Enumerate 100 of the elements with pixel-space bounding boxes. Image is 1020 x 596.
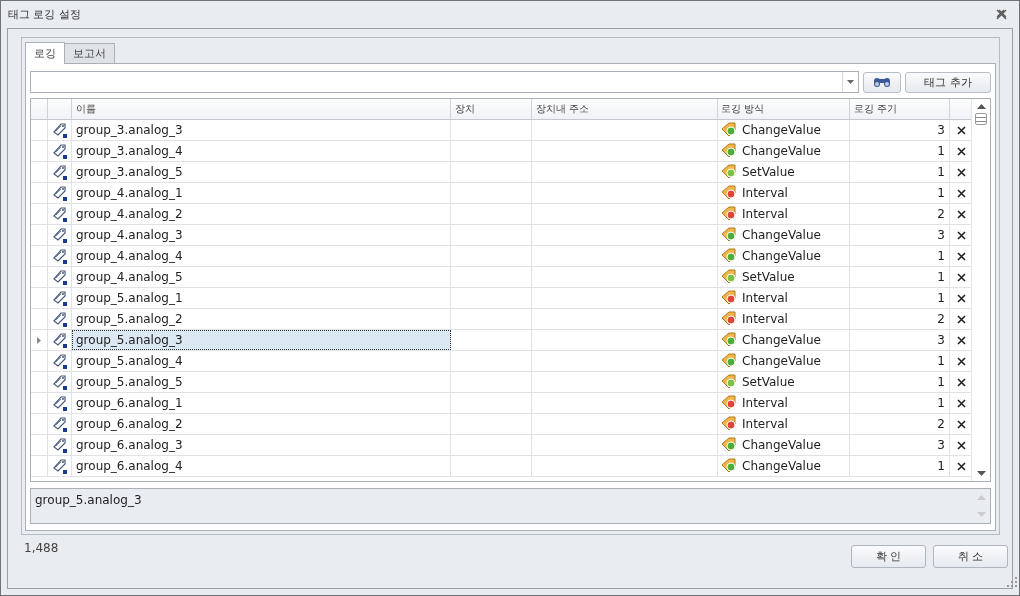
description-text: group_5.analog_3	[35, 493, 142, 507]
column-header[interactable]: 로깅 주기	[854, 102, 898, 116]
close-icon[interactable]	[996, 9, 1007, 20]
tag-status-icon	[721, 143, 738, 159]
tag-status-icon	[721, 353, 738, 369]
table-cell: group_3.analog_3	[76, 123, 183, 137]
table-cell: Interval	[742, 417, 788, 431]
table-cell: group_6.analog_4	[76, 459, 183, 473]
table-cell: SetValue	[742, 375, 795, 389]
table-cell: group_5.analog_1	[76, 291, 183, 305]
delete-icon[interactable]	[957, 440, 966, 450]
table-cell: 1	[937, 165, 945, 179]
table-cell: group_4.analog_5	[76, 270, 183, 284]
table-cell: SetValue	[742, 270, 795, 284]
dialog-button[interactable]: 확 인	[851, 545, 926, 568]
table-cell: group_6.analog_3	[76, 438, 183, 452]
delete-icon[interactable]	[957, 461, 966, 471]
table-cell: ChangeValue	[742, 459, 821, 473]
delete-icon[interactable]	[957, 419, 966, 429]
tag-status-icon	[721, 122, 738, 138]
tag-status-icon	[721, 416, 738, 432]
table-cell: group_5.analog_4	[76, 354, 183, 368]
table-cell: ChangeValue	[742, 228, 821, 242]
delete-icon[interactable]	[957, 293, 966, 303]
tab[interactable]: 로깅	[25, 42, 65, 64]
binoculars-icon	[873, 76, 891, 88]
delete-icon[interactable]	[957, 188, 966, 198]
tag-count: 1,488	[24, 541, 59, 557]
tag-status-icon	[721, 374, 738, 390]
delete-icon[interactable]	[957, 251, 966, 261]
table-cell: 1	[937, 396, 945, 410]
column-header[interactable]: 장치	[455, 102, 475, 116]
table-cell: group_5.analog_3	[76, 333, 183, 347]
delete-icon[interactable]	[957, 272, 966, 282]
delete-icon[interactable]	[957, 314, 966, 324]
table-cell: 1	[937, 459, 945, 473]
table-cell: group_4.analog_1	[76, 186, 183, 200]
tag-status-icon	[721, 332, 738, 348]
delete-icon[interactable]	[957, 146, 966, 156]
table-cell: ChangeValue	[742, 438, 821, 452]
column-header[interactable]: 이름	[76, 102, 96, 116]
delete-icon[interactable]	[957, 167, 966, 177]
table-cell: group_4.analog_3	[76, 228, 183, 242]
table-cell: group_3.analog_4	[76, 144, 183, 158]
delete-icon[interactable]	[957, 230, 966, 240]
table-cell: Interval	[742, 291, 788, 305]
table-cell: group_6.analog_1	[76, 396, 183, 410]
column-header[interactable]: 장치내 주소	[536, 102, 590, 116]
tab[interactable]: 보고서	[64, 43, 115, 63]
table-cell: 1	[937, 291, 945, 305]
table-cell: 1	[937, 249, 945, 263]
table-cell: group_5.analog_2	[76, 312, 183, 326]
tag-status-icon	[721, 311, 738, 327]
delete-icon[interactable]	[957, 209, 966, 219]
table-cell: Interval	[742, 186, 788, 200]
table-cell: group_3.analog_5	[76, 165, 183, 179]
tag-status-icon	[721, 206, 738, 222]
table-cell: 3	[937, 333, 945, 347]
delete-icon[interactable]	[957, 377, 966, 387]
table-cell: group_4.analog_2	[76, 207, 183, 221]
column-header[interactable]: 로깅 방식	[721, 102, 765, 116]
delete-icon[interactable]	[957, 356, 966, 366]
delete-icon[interactable]	[957, 125, 966, 135]
table-cell: 3	[937, 438, 945, 452]
table-cell: ChangeValue	[742, 123, 821, 137]
dropdown-arrow-icon	[847, 80, 854, 84]
tag-status-icon	[721, 185, 738, 201]
table-cell: 1	[937, 144, 945, 158]
table-cell: group_5.analog_5	[76, 375, 183, 389]
dialog-button[interactable]: 취 소	[933, 545, 1008, 568]
table-cell: ChangeValue	[742, 249, 821, 263]
tag-status-icon	[721, 437, 738, 453]
delete-icon[interactable]	[957, 335, 966, 345]
tag-status-icon	[721, 458, 738, 474]
resize-grip-icon[interactable]	[1007, 577, 1017, 587]
tag-status-icon	[721, 227, 738, 243]
table-cell: Interval	[742, 396, 788, 410]
table-cell: SetValue	[742, 165, 795, 179]
scroll-up-icon[interactable]	[976, 104, 986, 109]
find-button[interactable]	[863, 71, 901, 93]
delete-icon[interactable]	[957, 398, 966, 408]
table-cell: 1	[937, 186, 945, 200]
table-cell: ChangeValue	[742, 333, 821, 347]
table-cell: 3	[937, 123, 945, 137]
tag-status-icon	[721, 164, 738, 180]
scroll-thumb[interactable]	[975, 113, 987, 125]
table-cell: 2	[937, 417, 945, 431]
table-cell: 3	[937, 228, 945, 242]
table-cell: 1	[937, 354, 945, 368]
table-cell: 2	[937, 207, 945, 221]
table-cell: Interval	[742, 312, 788, 326]
row-pointer-icon	[37, 336, 41, 344]
add-tag-button[interactable]: 태그 추가	[905, 71, 991, 93]
table-cell: group_6.analog_2	[76, 417, 183, 431]
scroll-down-icon[interactable]	[976, 471, 986, 476]
table-cell: 2	[937, 312, 945, 326]
tag-status-icon	[721, 395, 738, 411]
tag-status-icon	[721, 248, 738, 264]
tag-status-icon	[721, 269, 738, 285]
table-cell: 1	[937, 270, 945, 284]
